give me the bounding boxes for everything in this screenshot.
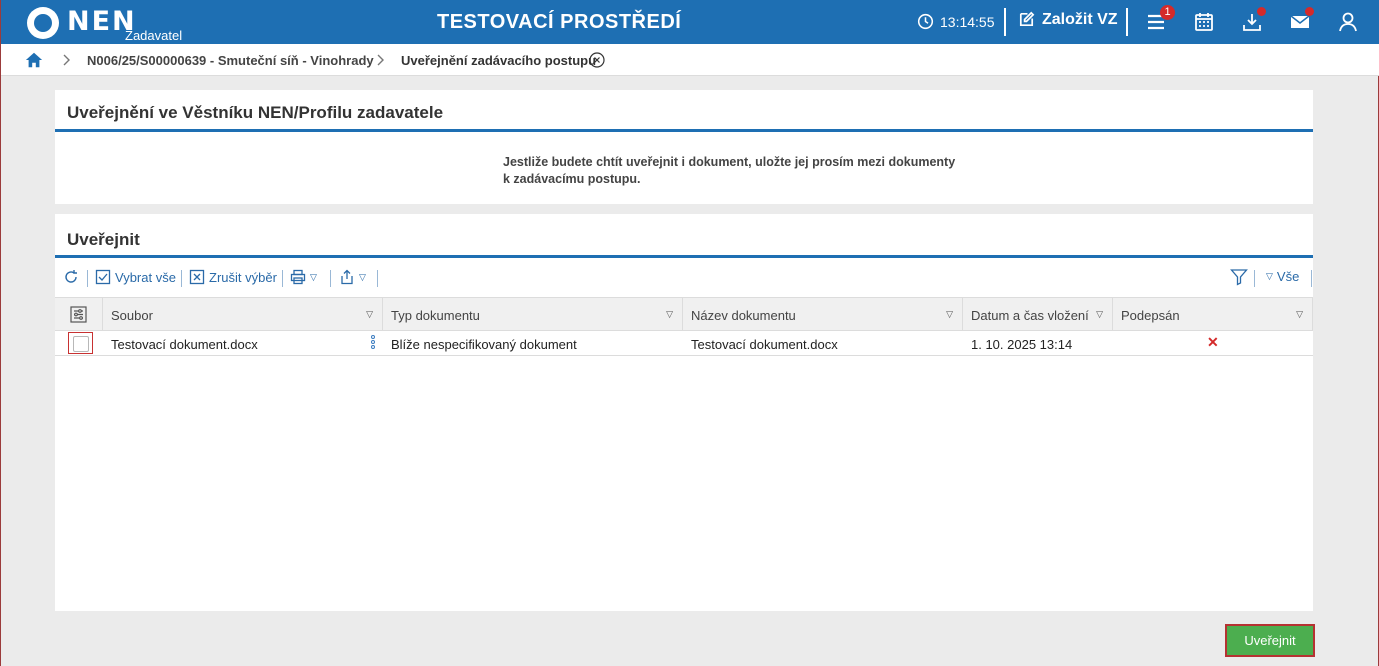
clock-time: 13:14:55 bbox=[940, 13, 995, 30]
column-label: Typ dokumentu bbox=[391, 308, 480, 323]
header-divider bbox=[1126, 8, 1128, 36]
mail-notification-dot bbox=[1305, 7, 1314, 16]
user-icon bbox=[1339, 12, 1357, 32]
column-filter-icon[interactable]: ▽ bbox=[1096, 309, 1103, 320]
calendar-icon bbox=[1195, 13, 1213, 31]
publication-info-panel: Uveřejnění ve Věstníku NEN/Profilu zadav… bbox=[55, 90, 1313, 204]
downloads-button[interactable] bbox=[1241, 7, 1266, 33]
column-filter-icon[interactable]: ▽ bbox=[666, 309, 673, 320]
toolbar-divider bbox=[181, 270, 182, 287]
create-contract-button[interactable]: Založit VZ bbox=[1017, 10, 1118, 29]
toolbar-divider bbox=[282, 270, 283, 287]
print-button[interactable]: ▽ bbox=[290, 269, 317, 285]
table-row[interactable]: Testovací dokument.docx Blíže nespecifik… bbox=[55, 331, 1313, 356]
edit-icon bbox=[1019, 11, 1035, 27]
breadcrumb: N006/25/S00000639 - Smuteční síň - Vinoh… bbox=[1, 44, 1379, 76]
breadcrumb-item-current: Uveřejnění zadávacího postupu bbox=[401, 53, 597, 68]
cell-date: 1. 10. 2025 13:14 bbox=[971, 337, 1073, 352]
info-line: k zadávacímu postupu. bbox=[503, 172, 641, 186]
column-label: Podepsán bbox=[1121, 308, 1180, 323]
row-checkbox[interactable] bbox=[68, 332, 93, 354]
toolbar-divider bbox=[1254, 270, 1255, 287]
grid-toolbar: Vybrat vše Zrušit výběr ▽ ▽ ▽ Vše bbox=[55, 258, 1313, 296]
menu-badge: 1 bbox=[1160, 5, 1175, 20]
print-icon bbox=[290, 269, 306, 285]
filter-all-dropdown[interactable]: ▽ Vše bbox=[1266, 269, 1299, 284]
logo-circle-icon bbox=[27, 7, 59, 39]
refresh-icon bbox=[65, 270, 77, 283]
select-all-button[interactable]: Vybrat vše bbox=[95, 269, 176, 285]
table-header: Soubor ▽ Typ dokumentu ▽ Název dokumentu… bbox=[55, 297, 1313, 331]
environment-title: TESTOVACÍ PROSTŘEDÍ bbox=[437, 11, 682, 33]
close-tab-icon[interactable] bbox=[589, 52, 605, 68]
info-line: Jestliže budete chtít uveřejnit i dokume… bbox=[503, 155, 956, 169]
logo-subtitle: Zadavatel bbox=[125, 28, 183, 43]
download-notification-dot bbox=[1257, 7, 1266, 16]
cell-name: Testovací dokument.docx bbox=[691, 337, 838, 352]
column-label: Název dokumentu bbox=[691, 308, 796, 323]
column-label: Datum a čas vložení bbox=[971, 308, 1089, 323]
toolbar-divider bbox=[377, 270, 378, 287]
checkbox-cross-icon bbox=[189, 269, 205, 285]
export-button[interactable]: ▽ bbox=[339, 269, 366, 285]
column-header-date[interactable]: Datum a čas vložení ▽ bbox=[963, 298, 1113, 331]
top-bar: NEN Zadavatel TESTOVACÍ PROSTŘEDÍ 13:14:… bbox=[1, 0, 1379, 44]
column-filter-icon[interactable]: ▽ bbox=[946, 309, 953, 320]
create-contract-label: Založit VZ bbox=[1042, 10, 1118, 28]
column-settings-cell[interactable] bbox=[55, 298, 103, 331]
filter-icon bbox=[1230, 269, 1248, 286]
chevron-down-icon: ▽ bbox=[359, 271, 366, 282]
menu-button[interactable]: 1 bbox=[1146, 5, 1175, 33]
publish-button[interactable]: Uveřejnit bbox=[1225, 624, 1315, 657]
panel-title: Uveřejnění ve Věstníku NEN/Profilu zadav… bbox=[55, 90, 1313, 132]
column-header-file[interactable]: Soubor ▽ bbox=[103, 298, 383, 331]
not-signed-icon: ✕ bbox=[1207, 334, 1219, 350]
breadcrumb-item-contract[interactable]: N006/25/S00000639 - Smuteční síň - Vinoh… bbox=[87, 53, 374, 68]
toolbar-divider bbox=[330, 270, 331, 287]
chevron-down-icon: ▽ bbox=[1266, 271, 1273, 281]
chevron-down-icon: ▽ bbox=[310, 271, 317, 282]
session-clock: 13:14:55 bbox=[917, 13, 995, 30]
cancel-selection-label: Zrušit výběr bbox=[209, 269, 277, 285]
cancel-selection-button[interactable]: Zrušit výběr bbox=[189, 269, 277, 285]
info-text: Jestliže budete chtít uveřejnit i dokume… bbox=[503, 154, 955, 188]
home-icon[interactable] bbox=[25, 51, 43, 69]
toolbar-divider bbox=[87, 270, 88, 287]
column-header-type[interactable]: Typ dokumentu ▽ bbox=[383, 298, 683, 331]
column-filter-icon[interactable]: ▽ bbox=[1296, 309, 1303, 320]
select-all-label: Vybrat vše bbox=[115, 269, 176, 285]
header-divider bbox=[1004, 8, 1006, 36]
toolbar-divider bbox=[1311, 270, 1312, 287]
filter-button[interactable] bbox=[1230, 268, 1248, 286]
publish-panel: Uveřejnit Vybrat vše Zrušit výběr ▽ ▽ ▽ … bbox=[55, 214, 1313, 611]
column-header-signed[interactable]: Podepsán ▽ bbox=[1113, 298, 1313, 331]
panel-title: Uveřejnit bbox=[55, 214, 1313, 258]
refresh-button[interactable] bbox=[63, 269, 79, 285]
user-button[interactable] bbox=[1337, 11, 1359, 33]
column-filter-icon[interactable]: ▽ bbox=[366, 309, 373, 320]
filter-all-label: Vše bbox=[1276, 269, 1300, 284]
cell-type: Blíže nespecifikovaný dokument bbox=[391, 337, 577, 352]
messages-button[interactable] bbox=[1289, 7, 1314, 33]
column-header-name[interactable]: Název dokumentu ▽ bbox=[683, 298, 963, 331]
checkbox-checked-icon bbox=[95, 269, 111, 285]
column-label: Soubor bbox=[111, 308, 153, 323]
column-settings-icon bbox=[70, 306, 87, 323]
clock-icon bbox=[917, 13, 934, 30]
calendar-button[interactable] bbox=[1193, 11, 1215, 33]
cell-file: Testovací dokument.docx bbox=[111, 337, 258, 352]
export-icon bbox=[341, 269, 353, 285]
chevron-right-icon bbox=[63, 54, 70, 66]
row-actions-icon[interactable] bbox=[371, 335, 377, 351]
chevron-right-icon bbox=[377, 54, 384, 66]
